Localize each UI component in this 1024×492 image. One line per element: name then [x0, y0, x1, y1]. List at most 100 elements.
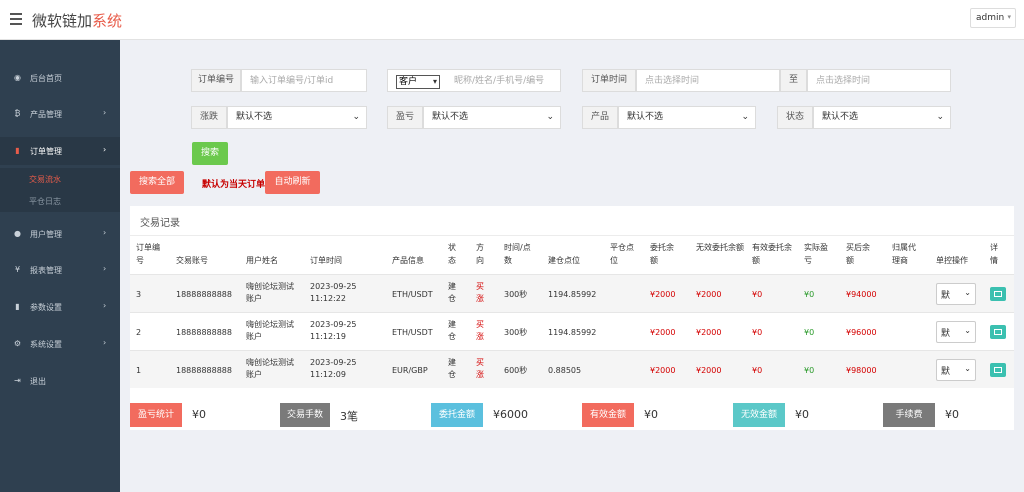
sidebar-item-label: 系统设置 — [30, 340, 62, 349]
dashboard-icon: ◉ — [14, 73, 21, 82]
sidebar-subitem-trade-flow[interactable]: 交易流水 — [0, 168, 120, 190]
caret-down-icon: ▾ — [1007, 13, 1011, 21]
sidebar-item-products[interactable]: ₿ 产品管理 › — [0, 100, 120, 128]
control-select[interactable]: 默 ⌄ — [936, 283, 976, 305]
rise-fall-label: 涨跌 — [191, 106, 227, 129]
sidebar-item-users[interactable]: ● 用户管理 › — [0, 220, 120, 248]
detail-icon[interactable] — [990, 287, 1006, 301]
stat-entrust: 委托金额 ¥6000 — [431, 403, 562, 427]
cell-order-time: 11:12:19 — [310, 332, 346, 341]
stat-valid: 有效金额 ¥0 — [582, 403, 713, 427]
col-header-open-price: 建仓点位 — [548, 256, 580, 265]
stat-value: ¥0 — [945, 408, 959, 421]
caret-down-icon: ▾ — [432, 77, 437, 86]
rise-fall-value: 默认不选 — [236, 112, 273, 122]
col-header-control: 单控操作 — [936, 256, 968, 265]
cell-order-no: 1 — [136, 366, 142, 375]
col-header-duration: 时间/点数 — [504, 243, 531, 265]
cell-after-balance: ¥96000 — [846, 328, 877, 337]
caret-down-icon: ⌄ — [546, 112, 554, 122]
orders-icon: ▮ — [15, 146, 20, 155]
hamburger-menu-icon[interactable] — [10, 13, 22, 25]
customer-type-select[interactable]: 客户 ▾ — [396, 75, 440, 89]
stat-label: 手续费 — [883, 403, 935, 427]
cell-order-date: 2023-09-25 — [310, 320, 357, 329]
top-bar: 微软链加系统 admin ▾ — [0, 0, 1024, 40]
cell-invalid-entrust: ¥2000 — [696, 290, 722, 299]
sidebar-item-label: 订单管理 — [30, 147, 62, 156]
cell-duration: 300秒 — [504, 290, 528, 299]
order-no-input[interactable] — [242, 70, 366, 91]
panel-title: 交易记录 — [140, 218, 180, 229]
bitcoin-icon: ₿ — [14, 109, 21, 118]
cell-pnl: ¥0 — [804, 328, 815, 337]
sidebar-item-params[interactable]: ▮ 参数设置 › — [0, 293, 120, 321]
table-row: 1 18888888888 嗨创论坛测试账户 2023-09-25 11:12:… — [130, 350, 1014, 388]
order-time-start-input[interactable] — [637, 70, 779, 91]
col-header-account: 交易账号 — [176, 256, 208, 265]
control-value: 默 — [941, 291, 951, 301]
cell-open-price: 1194.85992 — [548, 328, 597, 337]
profit-select[interactable]: 默认不选 ⌄ — [423, 106, 561, 129]
cell-after-balance: ¥98000 — [846, 366, 877, 375]
customer-input[interactable] — [448, 70, 560, 91]
col-header-user-name: 用户姓名 — [246, 256, 278, 265]
sidebar-subitem-close-log[interactable]: 平仓日志 — [0, 190, 120, 212]
profit-label: 盈亏 — [387, 106, 423, 129]
cell-invalid-entrust: ¥2000 — [696, 366, 722, 375]
caret-down-icon: ⌄ — [741, 112, 749, 122]
search-all-button[interactable]: 搜索全部 — [130, 171, 184, 194]
auto-refresh-button[interactable]: 自动刷新 — [265, 171, 320, 194]
order-time-end-input[interactable] — [808, 70, 950, 91]
user-dropdown[interactable]: admin ▾ — [970, 8, 1016, 28]
detail-icon[interactable] — [990, 325, 1006, 339]
sidebar-item-system[interactable]: ⚙ 系统设置 › — [0, 330, 120, 358]
product-value: 默认不选 — [627, 112, 664, 122]
col-header-detail: 详情 — [990, 243, 998, 265]
stat-label: 盈亏统计 — [130, 403, 182, 427]
control-select[interactable]: 默 ⌄ — [936, 321, 976, 343]
product-label: 产品 — [582, 106, 618, 129]
chevron-right-icon: › — [103, 228, 107, 237]
control-value: 默 — [941, 329, 951, 339]
chevron-right-icon: › — [103, 145, 107, 154]
main-content: 订单编号 客户 ▾ 订单时间 至 涨跌 默认不选 ⌄ 盈亏 默认不选 ⌄ 产品 默认不… — [120, 40, 1024, 492]
cell-open-price: 1194.85992 — [548, 290, 597, 299]
cell-order-date: 2023-09-25 — [310, 358, 357, 367]
sidebar-item-logout[interactable]: ⇥ 退出 — [0, 367, 120, 395]
customer-search-field[interactable]: 客户 ▾ — [387, 69, 561, 92]
user-name: admin — [976, 13, 1005, 23]
sidebar-item-label: 产品管理 — [30, 110, 62, 119]
caret-down-icon: ⌄ — [936, 112, 944, 122]
cell-invalid-entrust: ¥2000 — [696, 328, 722, 337]
sidebar-subitem-label: 平仓日志 — [29, 197, 61, 206]
order-time-start-field[interactable] — [636, 69, 780, 92]
product-select[interactable]: 默认不选 ⌄ — [618, 106, 756, 129]
logout-icon: ⇥ — [14, 376, 21, 385]
sidebar-item-dashboard[interactable]: ◉ 后台首页 — [0, 64, 120, 92]
to-label: 至 — [780, 69, 807, 92]
col-header-direction: 方向 — [476, 243, 484, 265]
cell-valid-entrust: ¥0 — [752, 328, 763, 337]
settings-copy-icon: ▮ — [15, 302, 20, 311]
stat-profit: 盈亏统计 ¥0 — [130, 403, 261, 427]
customer-type-value: 客户 — [399, 77, 418, 87]
sidebar-item-label: 报表管理 — [30, 266, 62, 275]
detail-icon[interactable] — [990, 363, 1006, 377]
stat-lots: 交易手数 3笔 — [280, 403, 411, 427]
stat-invalid: 无效金额 ¥0 — [733, 403, 864, 427]
order-no-field[interactable] — [241, 69, 367, 92]
order-no-label: 订单编号 — [191, 69, 241, 92]
rise-fall-select[interactable]: 默认不选 ⌄ — [227, 106, 367, 129]
stat-value: ¥0 — [192, 408, 206, 421]
sidebar: ◉ 后台首页 ₿ 产品管理 › ▮ 订单管理 › 交易流水 平仓日志 ● 用户管… — [0, 40, 120, 492]
order-time-end-field[interactable] — [807, 69, 951, 92]
status-select[interactable]: 默认不选 ⌄ — [813, 106, 951, 129]
yen-icon: ¥ — [14, 265, 21, 274]
control-select[interactable]: 默 ⌄ — [936, 359, 976, 381]
cell-order-no: 3 — [136, 290, 142, 299]
sidebar-item-orders[interactable]: ▮ 订单管理 › — [0, 137, 120, 165]
search-button[interactable]: 搜索 — [192, 142, 228, 165]
cell-entrust: ¥2000 — [650, 366, 676, 375]
sidebar-item-reports[interactable]: ¥ 报表管理 › — [0, 256, 120, 284]
